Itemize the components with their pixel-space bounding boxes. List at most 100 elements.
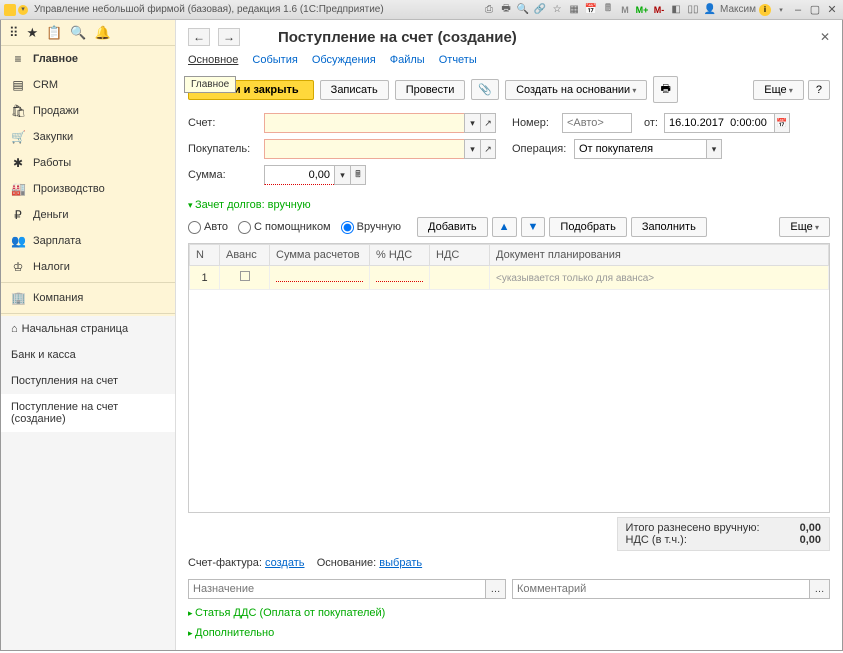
bell-icon[interactable]: 🔔 (95, 25, 111, 41)
print2-icon[interactable]: 🖶 (499, 3, 513, 17)
minimize-icon[interactable]: – (791, 3, 805, 17)
number-input[interactable] (562, 113, 632, 133)
pick-button[interactable]: Подобрать (549, 217, 626, 237)
m-icon[interactable]: M (618, 3, 632, 17)
create-based-button[interactable]: Создать на основании (505, 80, 647, 100)
comment-input[interactable] (512, 579, 810, 599)
subnav-receipt-create[interactable]: Поступление на счет (создание) (1, 394, 175, 432)
cell-amount[interactable] (270, 266, 370, 290)
radio-wizard[interactable]: С помощником (238, 221, 331, 234)
help-button[interactable]: ? (808, 80, 830, 100)
link-icon[interactable]: 🔗 (533, 3, 547, 17)
col-amount[interactable]: Сумма расчетов (270, 245, 370, 266)
calendar-icon[interactable]: 📅 (584, 3, 598, 17)
col-vat[interactable]: НДС (430, 245, 490, 266)
move-down-button[interactable]: ▼ (521, 217, 546, 237)
buyer-input[interactable] (264, 139, 464, 159)
fill-button[interactable]: Заполнить (631, 217, 707, 237)
purpose-more-icon[interactable]: … (486, 579, 506, 599)
grid-icon[interactable]: ▦ (567, 3, 581, 17)
nav-crm[interactable]: ▤CRM (1, 72, 175, 98)
amount-dd-icon[interactable]: ▾ (334, 165, 350, 185)
buyer-open-icon[interactable]: ↗ (480, 139, 496, 159)
amount-input[interactable] (264, 165, 334, 185)
nav-sales[interactable]: 🛍Продажи (1, 98, 175, 124)
section-dds[interactable]: Статья ДДС (Оплата от покупателей) (176, 603, 842, 623)
tab-files[interactable]: Файлы (390, 54, 425, 66)
buyer-dd-icon[interactable]: ▾ (464, 139, 480, 159)
date-input[interactable] (664, 113, 774, 133)
search-sidebar-icon[interactable]: 🔍 (70, 25, 86, 41)
m-plus-icon[interactable]: M+ (635, 3, 649, 17)
close-doc-icon[interactable]: ✕ (820, 30, 830, 44)
debts-table[interactable]: N Аванс Сумма расчетов % НДС НДС Докумен… (188, 243, 830, 513)
table-row[interactable]: 1 <указывается только для аванса> (190, 266, 829, 290)
cell-n[interactable]: 1 (190, 266, 220, 290)
tab-events[interactable]: События (252, 54, 297, 66)
table-more-button[interactable]: Еще (779, 217, 830, 237)
operation-input[interactable] (574, 139, 706, 159)
print-icon[interactable]: ⎙ (482, 3, 496, 17)
subnav-receipts[interactable]: Поступления на счет (1, 368, 175, 394)
user-icon[interactable]: 👤 (703, 3, 717, 17)
search-icon[interactable]: 🔍 (516, 3, 530, 17)
purpose-input[interactable] (188, 579, 486, 599)
section-debts-title[interactable]: Зачет долгов: вручную (176, 195, 842, 215)
clipboard-icon[interactable]: 📋 (46, 25, 62, 41)
tab-reports[interactable]: Отчеты (439, 54, 477, 66)
tab-main[interactable]: Основное (188, 54, 238, 66)
section-additional[interactable]: Дополнительно (176, 623, 842, 643)
radio-auto[interactable]: Авто (188, 221, 228, 234)
attach-button[interactable]: 📎 (471, 79, 499, 100)
nav-main[interactable]: ≡Главное (1, 46, 175, 72)
calendar-picker-icon[interactable]: 📅 (774, 113, 790, 133)
app-menu-dd-icon[interactable]: ▾ (18, 5, 28, 15)
windows-icon[interactable]: ◧ (669, 3, 683, 17)
nav-money[interactable]: ₽Деньги (1, 202, 175, 228)
more-button[interactable]: Еще (753, 80, 804, 100)
account-open-icon[interactable]: ↗ (480, 113, 496, 133)
nav-company[interactable]: 🏢Компания (1, 285, 175, 311)
account-input[interactable] (264, 113, 464, 133)
print-doc-button[interactable]: 🖶 (653, 76, 677, 103)
back-button[interactable]: ← (188, 28, 210, 46)
advance-checkbox[interactable] (240, 271, 250, 281)
radio-manual[interactable]: Вручную (341, 221, 401, 234)
col-n[interactable]: N (190, 245, 220, 266)
info-icon[interactable]: i (759, 4, 771, 16)
apps-icon[interactable]: ⠿ (9, 25, 19, 41)
nav-taxes[interactable]: ♔Налоги (1, 254, 175, 280)
close-window-icon[interactable]: ✕ (825, 3, 839, 17)
star-icon[interactable]: ★ (27, 25, 39, 41)
base-select-link[interactable]: выбрать (379, 557, 422, 569)
forward-button[interactable]: → (218, 28, 240, 46)
sf-create-link[interactable]: создать (265, 557, 304, 569)
col-advance[interactable]: Аванс (220, 245, 270, 266)
favorite-icon[interactable]: ☆ (550, 3, 564, 17)
save-button[interactable]: Записать (320, 80, 389, 100)
cell-vat-pct[interactable] (370, 266, 430, 290)
col-doc[interactable]: Документ планирования (490, 245, 829, 266)
comment-more-icon[interactable]: … (810, 579, 830, 599)
nav-works[interactable]: ✱Работы (1, 150, 175, 176)
m-minus-icon[interactable]: M- (652, 3, 666, 17)
tab-discussions[interactable]: Обсуждения (312, 54, 376, 66)
cell-advance[interactable] (220, 266, 270, 290)
nav-purchases[interactable]: 🛒Закупки (1, 124, 175, 150)
move-up-button[interactable]: ▲ (492, 217, 517, 237)
maximize-icon[interactable]: ▢ (808, 3, 822, 17)
subnav-bank[interactable]: Банк и касса (1, 342, 175, 368)
nav-salary[interactable]: 👥Зарплата (1, 228, 175, 254)
account-dd-icon[interactable]: ▾ (464, 113, 480, 133)
col-vat-pct[interactable]: % НДС (370, 245, 430, 266)
calc-icon[interactable]: 🖩 (601, 3, 615, 17)
panels-icon[interactable]: ▯▯ (686, 3, 700, 17)
nav-production[interactable]: 🏭Производство (1, 176, 175, 202)
operation-dd-icon[interactable]: ▾ (706, 139, 722, 159)
info-dd-icon[interactable]: ▾ (774, 3, 788, 17)
subnav-home[interactable]: ⌂Начальная страница (1, 316, 175, 342)
post-button[interactable]: Провести (395, 80, 466, 100)
cell-vat[interactable] (430, 266, 490, 290)
amount-calc-icon[interactable]: 🖩 (350, 165, 366, 185)
add-row-button[interactable]: Добавить (417, 217, 488, 237)
